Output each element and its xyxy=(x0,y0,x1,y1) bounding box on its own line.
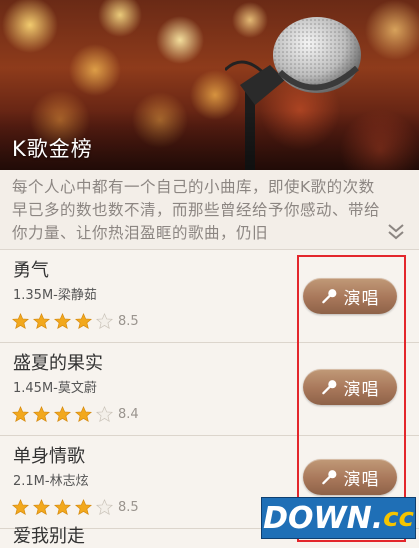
sing-button[interactable]: 演唱 xyxy=(303,459,397,495)
microphone-icon xyxy=(321,469,336,484)
microphone-image xyxy=(225,17,361,170)
sing-button-label: 演唱 xyxy=(343,288,380,309)
star-full-icon xyxy=(54,312,71,329)
star-full-icon xyxy=(54,405,71,422)
star-full-icon xyxy=(75,405,92,422)
sing-button-label: 演唱 xyxy=(343,379,380,400)
microphone-icon xyxy=(321,379,336,394)
double-chevron-down-icon[interactable] xyxy=(387,222,405,240)
watermark-dot: . xyxy=(371,500,384,536)
star-full-icon xyxy=(33,312,50,329)
rating-value: 8.4 xyxy=(118,406,139,422)
star-full-icon xyxy=(75,312,92,329)
sing-button-label: 演唱 xyxy=(343,469,380,490)
star-full-icon xyxy=(12,312,29,329)
song-title: 盛夏的果实 xyxy=(13,353,103,374)
song-title: 单身情歌 xyxy=(13,446,85,467)
song-meta: 1.45M-莫文蔚 xyxy=(13,381,97,396)
star-empty-icon xyxy=(96,405,113,422)
sing-button[interactable]: 演唱 xyxy=(303,369,397,405)
microphone-icon xyxy=(321,288,336,303)
description-panel: 每个人心中都有一个自己的小曲库，即使K歌的次数早已多的数也数不清，而那些曾经给予… xyxy=(0,170,419,250)
rating-stars: 8.5 xyxy=(12,498,139,516)
banner-title: K歌金榜 xyxy=(12,137,93,161)
song-meta: 1.35M-梁静茹 xyxy=(13,288,97,303)
star-full-icon xyxy=(12,498,29,515)
watermark-logo: DOWN. cc xyxy=(261,497,416,539)
rating-stars: 8.4 xyxy=(12,405,139,423)
rating-stars: 8.5 xyxy=(12,312,139,330)
star-empty-icon xyxy=(96,312,113,329)
watermark-tld: cc xyxy=(383,503,414,533)
star-full-icon xyxy=(33,405,50,422)
song-meta: 2.1M-林志炫 xyxy=(13,474,89,489)
star-full-icon xyxy=(54,498,71,515)
watermark-main: DOWN xyxy=(263,500,372,536)
description-text: 每个人心中都有一个自己的小曲库，即使K歌的次数早已多的数也数不清，而那些曾经给予… xyxy=(12,178,381,242)
banner-image: K歌金榜 xyxy=(0,0,419,170)
sing-button[interactable]: 演唱 xyxy=(303,278,397,314)
star-full-icon xyxy=(33,498,50,515)
star-full-icon xyxy=(75,498,92,515)
song-title: 勇气 xyxy=(13,260,49,281)
star-full-icon xyxy=(12,405,29,422)
rating-value: 8.5 xyxy=(118,313,139,329)
star-empty-icon xyxy=(96,498,113,515)
rating-value: 8.5 xyxy=(118,499,139,515)
song-title-partial[interactable]: 爱我别走 xyxy=(13,526,85,548)
